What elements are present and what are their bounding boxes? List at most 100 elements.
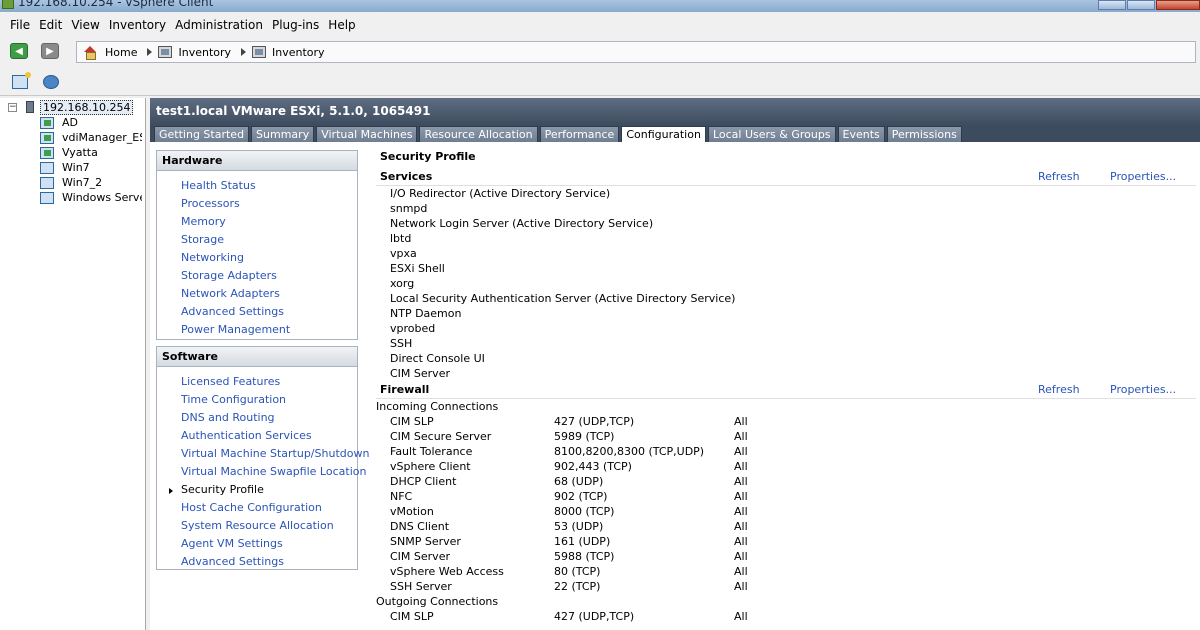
breadcrumb-inventory-label: Inventory xyxy=(178,45,232,59)
rule-name: CIM SLP xyxy=(390,610,434,623)
menu-plugins[interactable]: Plug-ins xyxy=(272,18,319,32)
rule-scope: All xyxy=(734,430,748,443)
tab-local-users-groups[interactable]: Local Users & Groups xyxy=(707,126,836,142)
software-security-profile-link[interactable]: Security Profile xyxy=(169,481,357,499)
rule-name: SNMP Server xyxy=(390,535,461,548)
tab-resource-allocation[interactable]: Resource Allocation xyxy=(419,126,538,142)
tab-configuration[interactable]: Configuration xyxy=(621,126,706,143)
rule-scope: All xyxy=(734,505,748,518)
firewall-properties-link[interactable]: Properties... xyxy=(1110,381,1176,399)
software-time-configuration-link[interactable]: Time Configuration xyxy=(181,391,357,409)
close-button[interactable] xyxy=(1156,0,1200,10)
toolbar xyxy=(0,68,1200,96)
service-item: I/O Redirector (Active Directory Service… xyxy=(390,187,611,200)
services-properties-link[interactable]: Properties... xyxy=(1110,168,1176,186)
new-vm-icon[interactable] xyxy=(12,72,31,89)
software-panel: Software Licensed Features Time Configur… xyxy=(156,346,369,571)
service-item: vprobed xyxy=(390,322,436,335)
arrow-right-icon: ▶ xyxy=(46,45,54,57)
tree-vm-label: Windows Server 2 xyxy=(62,191,142,204)
menu-file[interactable]: File xyxy=(10,18,30,32)
software-advanced-settings-link[interactable]: Advanced Settings xyxy=(181,553,357,571)
rule-ports: 68 (UDP) xyxy=(554,475,604,488)
rule-ports: 80 (TCP) xyxy=(554,565,601,578)
tree-vm-item[interactable]: vdiManager_ESX xyxy=(0,130,146,145)
tab-virtual-machines[interactable]: Virtual Machines xyxy=(316,126,418,142)
service-item: Network Login Server (Active Directory S… xyxy=(390,217,654,230)
software-authentication-services-link[interactable]: Authentication Services xyxy=(181,427,357,445)
hardware-processors-link[interactable]: Processors xyxy=(181,195,357,213)
service-item: snmpd xyxy=(390,202,428,215)
tree-vm-item[interactable]: Vyatta xyxy=(0,145,146,160)
rule-name: SSH Server xyxy=(390,580,452,593)
tree-host-node[interactable]: − 192.168.10.254 xyxy=(0,100,146,115)
rule-ports: 5989 (TCP) xyxy=(554,430,615,443)
tab-events[interactable]: Events xyxy=(837,126,885,142)
minimize-button[interactable] xyxy=(1098,0,1126,10)
collapse-icon[interactable]: − xyxy=(8,103,17,112)
tree-vm-item[interactable]: AD xyxy=(0,115,146,130)
menu-help[interactable]: Help xyxy=(328,18,355,32)
firewall-rule-row: DHCP Client 68 (UDP) All xyxy=(376,474,1196,489)
rule-scope: All xyxy=(734,535,748,548)
rule-scope: All xyxy=(734,490,748,503)
software-vm-swapfile-location-link[interactable]: Virtual Machine Swapfile Location xyxy=(181,463,366,481)
firewall-rule-row: SSH Server 22 (TCP) All xyxy=(376,579,1196,594)
forward-button[interactable]: ▶ xyxy=(41,43,59,59)
outgoing-connections-label: Outgoing Connections xyxy=(376,595,499,608)
tree-vm-item[interactable]: Windows Server 2 xyxy=(0,190,146,205)
main-panel: test1.local VMware ESXi, 5.1.0, 1065491 … xyxy=(150,98,1200,630)
maximize-button[interactable] xyxy=(1127,0,1155,10)
software-agent-vm-settings-link[interactable]: Agent VM Settings xyxy=(181,535,357,553)
rule-ports: 53 (UDP) xyxy=(554,520,604,533)
software-vm-startup-shutdown-link[interactable]: Virtual Machine Startup/Shutdown xyxy=(181,445,369,463)
home-icon xyxy=(83,46,97,60)
hardware-memory-link[interactable]: Memory xyxy=(181,213,357,231)
back-button[interactable]: ◀ xyxy=(10,43,28,59)
software-dns-routing-link[interactable]: DNS and Routing xyxy=(181,409,357,427)
breadcrumb-inventory[interactable]: Inventory xyxy=(158,46,231,59)
vsphere-app-icon xyxy=(2,0,14,9)
firewall-rule-row: DNS Client 53 (UDP) All xyxy=(376,519,1196,534)
rule-name: NFC xyxy=(390,490,413,503)
hardware-advanced-settings-link[interactable]: Advanced Settings xyxy=(181,303,357,321)
software-licensed-features-link[interactable]: Licensed Features xyxy=(181,373,357,391)
firewall-label: Firewall xyxy=(380,383,430,396)
hardware-power-management-link[interactable]: Power Management xyxy=(181,321,357,339)
hardware-network-adapters-link[interactable]: Network Adapters xyxy=(181,285,357,303)
vm-powered-on-icon xyxy=(40,147,54,159)
rule-scope: All xyxy=(734,580,748,593)
breadcrumb-inventory-view[interactable]: Inventory xyxy=(252,46,325,59)
menu-view[interactable]: View xyxy=(71,18,99,32)
vm-icon xyxy=(40,192,54,204)
tree-vm-label: Win7 xyxy=(62,161,90,174)
hardware-networking-link[interactable]: Networking xyxy=(181,249,357,267)
rule-ports: 5988 (TCP) xyxy=(554,550,615,563)
services-refresh-link[interactable]: Refresh xyxy=(1038,168,1080,186)
firewall-rule-row: CIM SLP 427 (UDP,TCP) All xyxy=(376,414,1196,429)
software-host-cache-configuration-link[interactable]: Host Cache Configuration xyxy=(181,499,357,517)
tree-vm-label: AD xyxy=(62,116,78,129)
rule-name: Fault Tolerance xyxy=(390,445,473,458)
rule-scope: All xyxy=(734,550,748,563)
menu-inventory[interactable]: Inventory xyxy=(109,18,166,32)
rule-scope: All xyxy=(734,445,748,458)
tree-vm-item[interactable]: Win7 xyxy=(0,160,146,175)
service-item: NTP Daemon xyxy=(390,307,462,320)
tab-getting-started[interactable]: Getting Started xyxy=(154,126,250,142)
tree-vm-item[interactable]: Win7_2 xyxy=(0,175,146,190)
tab-performance[interactable]: Performance xyxy=(539,126,620,142)
refresh-icon[interactable] xyxy=(43,75,59,89)
breadcrumb-home[interactable]: Home xyxy=(83,46,137,60)
tab-summary[interactable]: Summary xyxy=(251,126,315,142)
menu-administration[interactable]: Administration xyxy=(175,18,263,32)
menu-edit[interactable]: Edit xyxy=(39,18,62,32)
rule-scope: All xyxy=(734,460,748,473)
software-system-resource-allocation-link[interactable]: System Resource Allocation xyxy=(181,517,357,535)
firewall-refresh-link[interactable]: Refresh xyxy=(1038,381,1080,399)
hardware-storage-link[interactable]: Storage xyxy=(181,231,357,249)
tab-permissions[interactable]: Permissions xyxy=(886,126,962,142)
hardware-health-status-link[interactable]: Health Status xyxy=(181,177,357,195)
hardware-storage-adapters-link[interactable]: Storage Adapters xyxy=(181,267,357,285)
host-header: test1.local VMware ESXi, 5.1.0, 1065491 xyxy=(150,98,1200,126)
